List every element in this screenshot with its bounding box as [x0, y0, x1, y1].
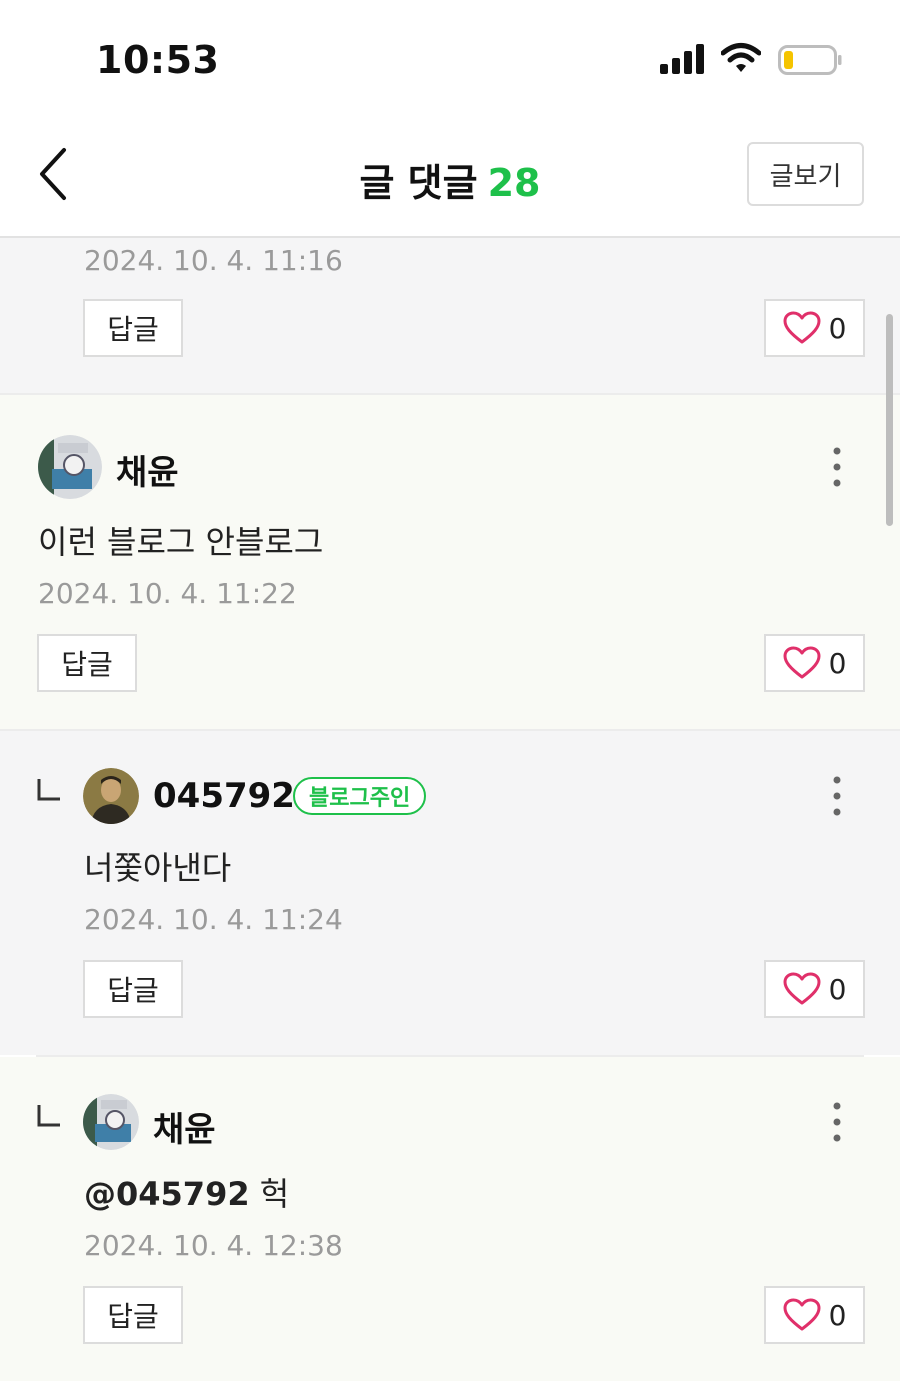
- like-count: 0: [828, 646, 847, 680]
- more-options-icon[interactable]: [826, 774, 848, 818]
- avatar[interactable]: [83, 768, 139, 824]
- like-count: 0: [828, 1298, 847, 1332]
- reply-button[interactable]: 답글: [83, 960, 183, 1018]
- like-button[interactable]: 0: [764, 634, 865, 692]
- comment-author[interactable]: 채윤: [153, 1102, 216, 1151]
- status-bar: 10:53: [0, 0, 900, 118]
- like-button[interactable]: 0: [764, 960, 865, 1018]
- heart-icon: [783, 646, 821, 679]
- comment-item: 채윤 @045792 헉 2024. 10. 4. 12:38 답글 0: [0, 1057, 900, 1381]
- cellular-signal-icon: [660, 44, 704, 74]
- avatar-image: [83, 1094, 139, 1150]
- user-mention[interactable]: @045792: [84, 1175, 250, 1213]
- comment-timestamp: 2024. 10. 4. 11:16: [84, 244, 343, 277]
- avatar[interactable]: [83, 1094, 139, 1150]
- scrollbar[interactable]: [886, 314, 893, 526]
- more-options-icon[interactable]: [826, 445, 848, 489]
- like-count: 0: [828, 972, 847, 1006]
- reply-button[interactable]: 답글: [37, 634, 137, 692]
- status-time: 10:53: [96, 38, 220, 82]
- reply-button[interactable]: 답글: [83, 1286, 183, 1344]
- avatar-image: [83, 768, 139, 824]
- comment-count: 28: [487, 161, 541, 205]
- comment-body-text: 헉: [249, 1175, 290, 1213]
- comment-author[interactable]: 045792: [153, 776, 295, 816]
- comment-author[interactable]: 채윤: [116, 445, 179, 494]
- comment-body: @045792 헉: [84, 1169, 289, 1215]
- blog-owner-badge: 블로그주인: [293, 777, 427, 815]
- like-count: 0: [828, 311, 847, 345]
- comment-timestamp: 2024. 10. 4. 11:24: [84, 903, 343, 936]
- comment-item: 2024. 10. 4. 11:16 답글 0: [0, 238, 900, 394]
- avatar-image: [38, 435, 102, 499]
- reply-indent-icon: [37, 779, 60, 801]
- heart-icon: [783, 1298, 821, 1331]
- battery-low-icon: [778, 45, 842, 75]
- more-options-icon[interactable]: [826, 1100, 848, 1144]
- heart-icon: [783, 311, 821, 344]
- like-button[interactable]: 0: [764, 299, 865, 357]
- like-button[interactable]: 0: [764, 1286, 865, 1344]
- comment-timestamp: 2024. 10. 4. 12:38: [84, 1229, 343, 1262]
- view-post-button[interactable]: 글보기: [747, 142, 864, 206]
- wifi-icon: [721, 43, 761, 72]
- comment-timestamp: 2024. 10. 4. 11:22: [38, 577, 297, 610]
- page-title-text: 글 댓글: [359, 161, 478, 205]
- comment-item: 045792 블로그주인 너쫓아낸다 2024. 10. 4. 11:24 답글…: [0, 731, 900, 1055]
- comment-body: 이런 블로그 안블로그: [38, 523, 324, 561]
- avatar[interactable]: [38, 435, 102, 499]
- comment-item: 채윤 이런 블로그 안블로그 2024. 10. 4. 11:22 답글 0: [0, 395, 900, 729]
- heart-icon: [783, 972, 821, 1005]
- comments-header: 글 댓글 28 글보기: [0, 118, 900, 238]
- reply-indent-icon: [37, 1105, 60, 1127]
- reply-button[interactable]: 답글: [83, 299, 183, 357]
- comment-body: 너쫓아낸다: [84, 849, 232, 887]
